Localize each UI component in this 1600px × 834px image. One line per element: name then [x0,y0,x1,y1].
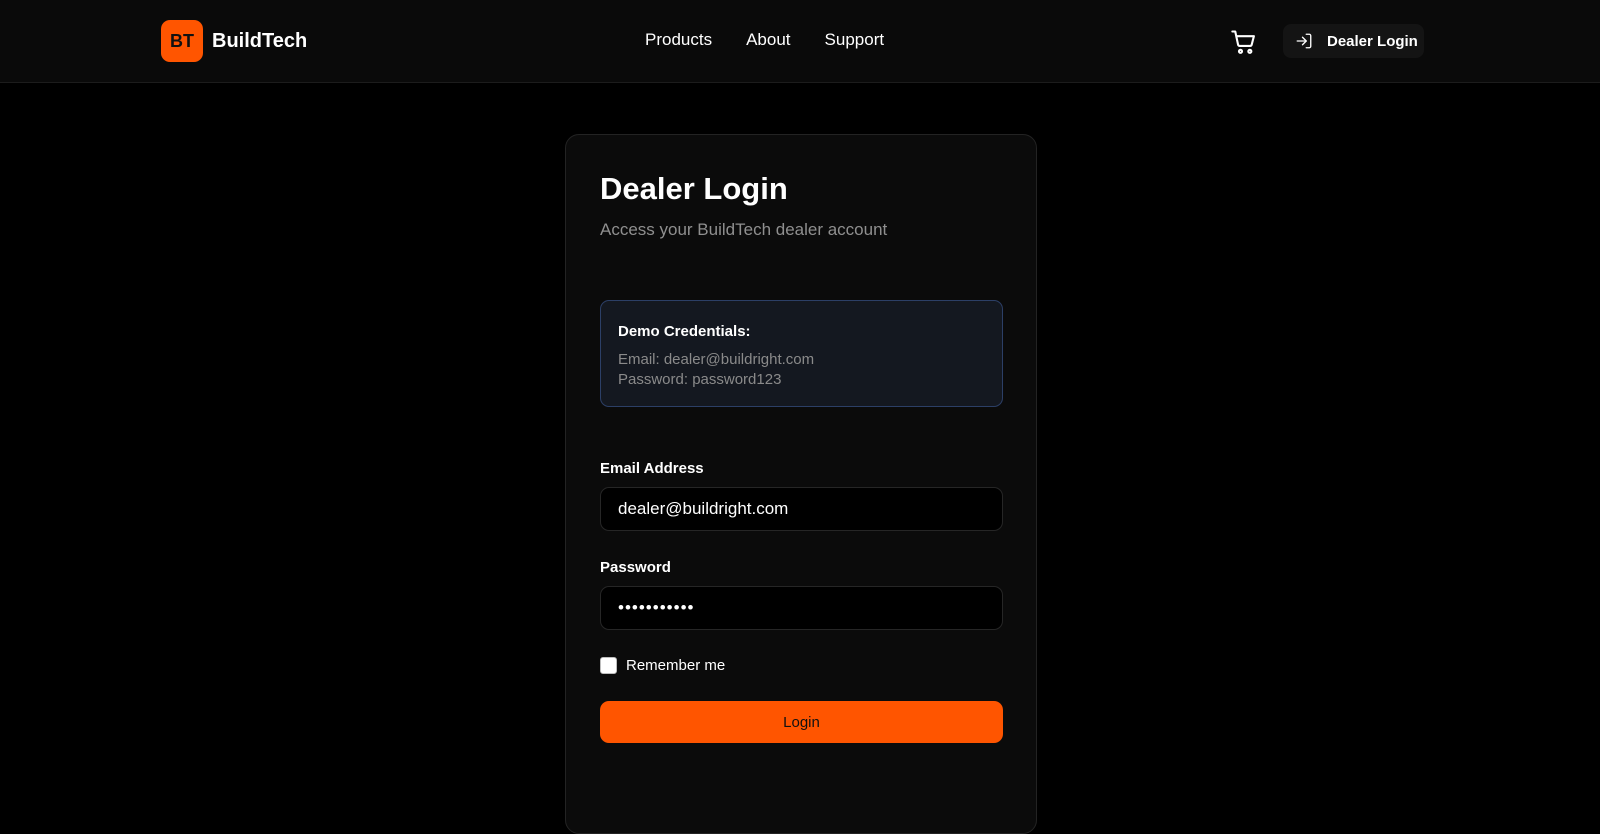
page-title: Dealer Login [600,171,788,206]
dealer-login-label: Dealer Login [1327,32,1418,50]
password-input[interactable] [600,586,1003,630]
email-label: Email Address [600,460,704,477]
cart-button[interactable] [1230,28,1258,56]
top-navbar: BT BuildTech Products About Support Deal… [0,0,1600,83]
remember-me-label: Remember me [626,657,726,674]
demo-password-line: Password: password123 [618,371,782,388]
remember-me-checkbox[interactable] [600,657,617,674]
demo-credentials-title: Demo Credentials: [618,323,751,340]
brand-logo[interactable]: BT BuildTech [161,20,307,62]
nav-link-about[interactable]: About [746,30,790,50]
nav-link-support[interactable]: Support [825,30,885,50]
password-label: Password [600,559,671,576]
shopping-cart-icon [1231,30,1255,54]
demo-email-line: Email: dealer@buildright.com [618,351,815,368]
page-subtitle: Access your BuildTech dealer account [600,220,888,239]
email-input[interactable] [600,487,1003,531]
logo-mark: BT [161,20,203,62]
main-nav: Products About Support [645,30,884,50]
nav-link-products[interactable]: Products [645,30,712,50]
demo-credentials-box: Demo Credentials: Email: dealer@buildrig… [600,300,1003,407]
brand-name: BuildTech [212,29,308,52]
login-button[interactable]: Login [600,701,1003,743]
dealer-login-button[interactable]: Dealer Login [1283,24,1424,58]
login-card: Dealer Login Access your BuildTech deale… [565,134,1037,834]
login-arrow-icon [1296,33,1312,49]
remember-me-row: Remember me [600,657,725,674]
